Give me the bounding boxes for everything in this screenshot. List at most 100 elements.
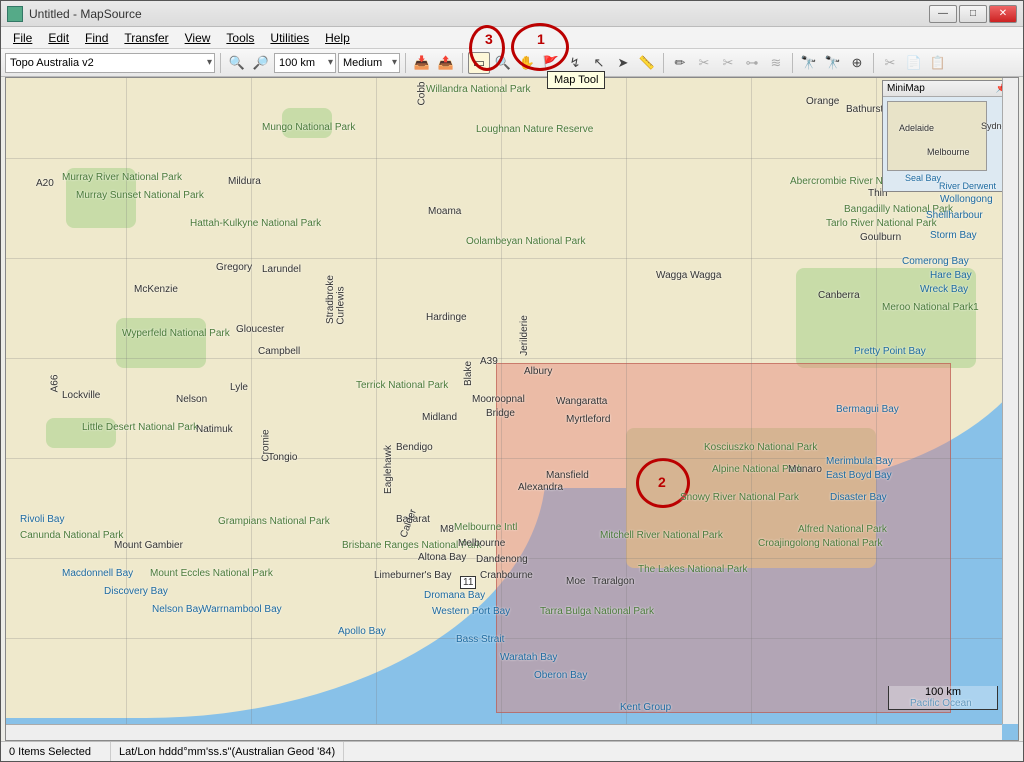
map-label: Jerilderie (519, 315, 530, 356)
map-label: Bass Strait (456, 634, 504, 645)
arrow-tool-icon[interactable]: ➤ (612, 52, 634, 74)
map-label: A39 (480, 356, 498, 367)
map-label: Croajingolong National Park (758, 538, 883, 549)
map-label: Midland (422, 412, 457, 423)
copy-icon[interactable]: 📄 (903, 52, 925, 74)
menu-view[interactable]: View (177, 29, 219, 47)
minimize-button[interactable]: — (929, 5, 957, 23)
menu-tools[interactable]: Tools (218, 29, 262, 47)
map-label: Meroo National Park1 (882, 302, 979, 313)
map-label: Gregory (216, 262, 252, 273)
map-label: Waratah Bay (500, 652, 557, 663)
map-label: Melbourne (458, 538, 505, 549)
map-label: Bathurst (846, 104, 883, 115)
map-label: Oolambeyan National Park (466, 236, 586, 247)
annotation-num-2: 2 (658, 474, 666, 490)
map-label: The Lakes National Park (638, 564, 748, 575)
map-label: Natimuk (196, 424, 233, 435)
map-label: McKenzie (134, 284, 178, 295)
track-draw-icon[interactable]: ✏ (669, 52, 691, 74)
map-label: Wangaratta (556, 396, 607, 407)
map-label: A20 (36, 178, 54, 189)
send-to-device-icon[interactable]: 📥 (411, 52, 433, 74)
map-label: Myrtleford (566, 414, 610, 425)
find-nearest-icon[interactable]: 🔭 (822, 52, 844, 74)
close-button[interactable]: ✕ (989, 5, 1017, 23)
zoom-in-icon[interactable]: 🔍 (226, 52, 248, 74)
zoom-out-icon[interactable]: 🔎 (250, 52, 272, 74)
scale-bar: 100 km (888, 686, 998, 710)
map-label: Bendigo (396, 442, 433, 453)
titlebar: Untitled - MapSource — □ ✕ (1, 1, 1023, 27)
map-label: Western Port Bay (432, 606, 510, 617)
map-label: Albury (524, 366, 552, 377)
map-label: Lockville (62, 390, 100, 401)
vertical-scrollbar[interactable] (1002, 78, 1018, 724)
map-label: Canunda National Park (20, 530, 123, 541)
window-title: Untitled - MapSource (29, 7, 142, 21)
menu-utilities[interactable]: Utilities (262, 29, 317, 47)
minimap-label: Seal Bay (905, 173, 941, 183)
map-label: Curlewis (336, 286, 347, 324)
annotation-num-1: 1 (537, 31, 545, 47)
map-label: Mungo National Park (262, 122, 355, 133)
map-label: Disaster Bay (830, 492, 887, 503)
minimap-panel[interactable]: MiniMap 📌 Adelaide Melbourne Sydne Seal … (882, 80, 1012, 192)
minimap-title: MiniMap (887, 83, 925, 94)
map-label: Mount Gambier (114, 540, 183, 551)
map-label: Cobb (416, 82, 427, 106)
map-label: Apollo Bay (338, 626, 386, 637)
map-label: Bermagui Bay (836, 404, 899, 415)
paste-icon[interactable]: 📋 (927, 52, 949, 74)
map-label: Mansfield (546, 470, 589, 481)
status-items: 0 Items Selected (1, 742, 111, 761)
map-label: Murray River National Park (62, 172, 182, 183)
find-places-icon[interactable]: 🔭 (798, 52, 820, 74)
map-label: Tongio (268, 452, 297, 463)
map-label: Grampians National Park (218, 516, 330, 527)
map-label: Lyle (230, 382, 248, 393)
map-label: Rivoli Bay (20, 514, 64, 525)
track-erase-icon[interactable]: ✂ (693, 52, 715, 74)
receive-from-device-icon[interactable]: 📤 (435, 52, 457, 74)
map-label: Warrnambool Bay (202, 604, 282, 615)
map-label: Storm Bay (930, 230, 977, 241)
map-canvas[interactable]: 2 Willandra National Park Mungo National… (5, 77, 1019, 741)
map-label: Nelson (176, 394, 207, 405)
map-label: Mount Eccles National Park (150, 568, 273, 579)
menu-edit[interactable]: Edit (40, 29, 77, 47)
map-label: Dromana Bay (424, 590, 485, 601)
detail-select[interactable]: Medium (338, 53, 400, 73)
map-label: Pretty Point Bay (854, 346, 926, 357)
horizontal-scrollbar[interactable] (6, 724, 1002, 740)
track-join-icon[interactable]: ⊶ (741, 52, 763, 74)
map-label: Goulburn (860, 232, 901, 243)
app-window: Untitled - MapSource — □ ✕ File Edit Fin… (0, 0, 1024, 762)
map-label: Wyperfeld National Park (122, 328, 230, 339)
maximize-button[interactable]: □ (959, 5, 987, 23)
product-select[interactable]: Topo Australia v2 (5, 53, 215, 73)
track-divide-icon[interactable]: ✂ (717, 52, 739, 74)
minimap-label: Melbourne (927, 147, 970, 157)
menu-transfer[interactable]: Transfer (116, 29, 176, 47)
menu-help[interactable]: Help (317, 29, 358, 47)
map-label: Discovery Bay (104, 586, 168, 597)
menu-file[interactable]: File (5, 29, 40, 47)
menu-find[interactable]: Find (77, 29, 116, 47)
find-pos-icon[interactable]: ⊕ (846, 52, 868, 74)
map-label: M8 (440, 524, 454, 535)
map-label: Hare Bay (930, 270, 972, 281)
map-label: Snowy River National Park (680, 492, 799, 503)
map-label: Kosciuszko National Park (704, 442, 817, 453)
track-filter-icon[interactable]: ≋ (765, 52, 787, 74)
map-label: Mooroopnal (472, 394, 525, 405)
zoom-scale-select[interactable]: 100 km (274, 53, 336, 73)
map-label: Alexandra (518, 482, 563, 493)
map-label: A66 (49, 375, 60, 393)
map-label: Melbourne Intl (454, 522, 517, 533)
cut-icon[interactable]: ✂ (879, 52, 901, 74)
measure-tool-icon[interactable]: 📏 (636, 52, 658, 74)
map-label: Wagga Wagga (656, 270, 721, 281)
map-label: Terrick National Park (356, 380, 448, 391)
app-icon (7, 6, 23, 22)
